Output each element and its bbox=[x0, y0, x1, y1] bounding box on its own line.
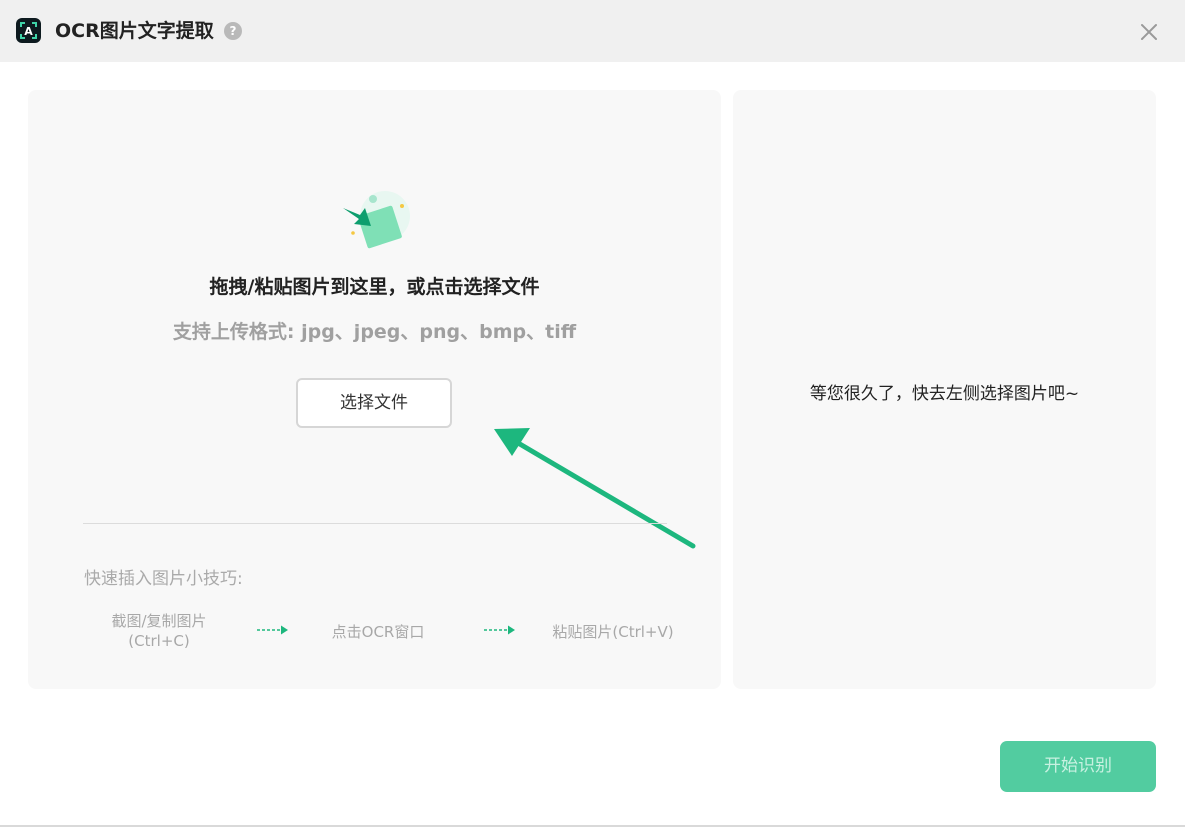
tip-step-paste: 粘贴图片(Ctrl+V) bbox=[552, 623, 674, 641]
tip-step-shortcut: (Ctrl+C) bbox=[128, 632, 190, 650]
close-button[interactable] bbox=[1137, 20, 1161, 44]
result-panel: 等您很久了，快去左侧选择图片吧~ bbox=[733, 90, 1156, 689]
select-file-button[interactable]: 选择文件 bbox=[296, 378, 452, 428]
help-icon[interactable]: ? bbox=[224, 22, 242, 40]
divider bbox=[83, 523, 667, 524]
title-bar: A OCR图片文字提取 ? bbox=[0, 0, 1185, 62]
tip-step-copy: 截图/复制图片 (Ctrl+C) bbox=[94, 611, 224, 651]
tip-step-click: 点击OCR窗口 bbox=[331, 623, 425, 641]
close-icon bbox=[1141, 24, 1157, 40]
tip-step-label: 截图/复制图片 bbox=[111, 612, 207, 630]
result-placeholder: 等您很久了，快去左侧选择图片吧~ bbox=[809, 384, 1080, 404]
drop-instructions: 拖拽/粘贴图片到这里，或点击选择文件 bbox=[209, 276, 540, 298]
supported-formats: 支持上传格式: jpg、jpeg、png、bmp、tiff bbox=[172, 321, 577, 343]
upload-image-illustration bbox=[343, 191, 410, 249]
ocr-window: A OCR图片文字提取 ? 拖拽/粘贴图片到这里，或点击选择文件 支持上传格式:… bbox=[0, 0, 1185, 827]
start-recognition-button[interactable]: 开始识别 bbox=[1000, 741, 1156, 792]
pointer-arrow-icon bbox=[494, 428, 696, 549]
upload-panel[interactable]: 拖拽/粘贴图片到这里，或点击选择文件 支持上传格式: jpg、jpeg、png、… bbox=[28, 90, 721, 689]
dashed-arrow-icon bbox=[257, 625, 288, 635]
dashed-arrow-icon bbox=[484, 625, 515, 635]
window-title: OCR图片文字提取 bbox=[55, 20, 214, 42]
svg-text:A: A bbox=[24, 25, 33, 38]
tips-title: 快速插入图片小技巧: bbox=[84, 569, 243, 589]
app-logo-icon: A bbox=[16, 18, 41, 43]
